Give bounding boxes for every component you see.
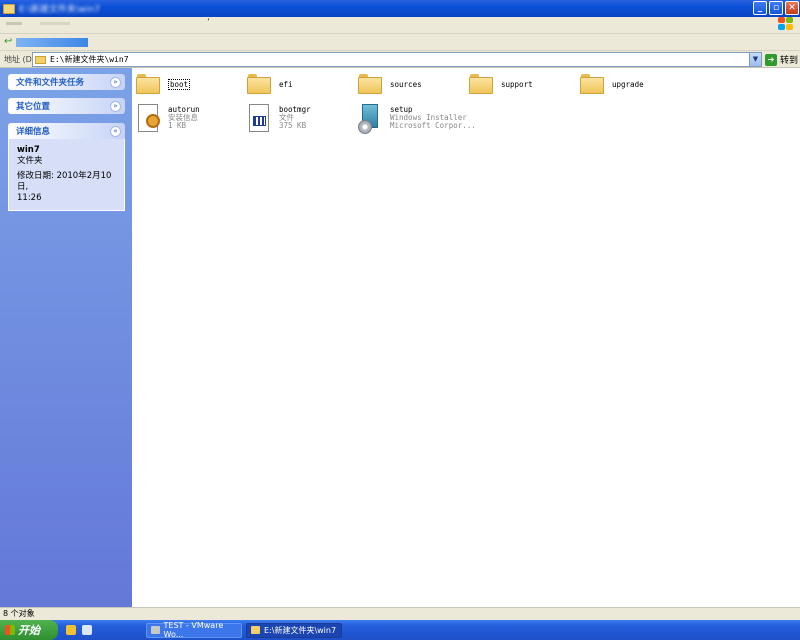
taskbar-button-explorer[interactable]: E:\新建文件夹\win7 — [246, 622, 342, 638]
file-item-autorun[interactable]: autorun 安装信息 1 KB — [136, 104, 200, 134]
start-button[interactable]: 开始 — [0, 620, 58, 640]
folder-icon — [136, 74, 160, 94]
system-file-icon — [247, 104, 271, 134]
folder-label[interactable]: efi — [279, 80, 293, 89]
folder-icon — [580, 74, 604, 94]
details-time: 11:26 — [17, 193, 42, 203]
go-arrow-icon: ➔ — [765, 53, 777, 66]
panel-title[interactable]: 详细信息 — [16, 125, 50, 137]
chevron-expand-icon[interactable]: » — [110, 100, 121, 112]
menu-blur-mark — [6, 22, 22, 25]
folder-item[interactable]: upgrade — [580, 71, 644, 94]
chevron-collapse-icon[interactable]: « — [110, 125, 121, 137]
maximize-button[interactable]: ▫ — [769, 1, 783, 15]
file-size: 375 KB — [279, 121, 307, 130]
panel-details: 详细信息 « win7 文件夹 修改日期: 2010年2月10日, 11:26 — [8, 123, 125, 211]
address-input[interactable]: E:\新建文件夹\win7 ▼ — [32, 52, 762, 67]
task-label: E:\新建文件夹\win7 — [264, 625, 337, 635]
folder-icon — [358, 74, 382, 94]
panel-file-tasks[interactable]: 文件和文件夹任务 » — [8, 74, 125, 90]
details-body: win7 文件夹 修改日期: 2010年2月10日, 11:26 — [8, 139, 125, 211]
folder-item[interactable]: boot — [136, 71, 191, 94]
menu-blur-mark — [40, 22, 70, 25]
toolbar-blur-mark — [16, 38, 88, 47]
folder-window-icon — [3, 3, 15, 14]
details-type: 文件夹 — [17, 156, 43, 166]
file-meta: autorun 安装信息 1 KB — [168, 106, 200, 130]
task-pane: 文件和文件夹任务 » 其它位置 » 详细信息 « win7 文件夹 修改日期: … — [0, 68, 132, 607]
folder-icon — [35, 55, 46, 64]
details-modified: 修改日期: 2010年2月10日, — [17, 171, 112, 192]
chevron-expand-icon[interactable]: » — [110, 76, 121, 88]
quick-launch-icon[interactable] — [82, 625, 92, 635]
file-size: 1 KB — [168, 121, 187, 130]
title-bar: E:\新建文件夹\win7 _ ▫ ✕ — [0, 0, 800, 17]
close-button[interactable]: ✕ — [785, 1, 799, 15]
folder-icon — [247, 74, 271, 94]
vmware-icon — [151, 626, 160, 634]
menu-bar[interactable]: ’ — [0, 17, 800, 34]
file-meta: setup Windows Installer Microsoft Corpor… — [390, 106, 476, 130]
panel-title[interactable]: 其它位置 — [16, 100, 50, 112]
panel-other-places[interactable]: 其它位置 » — [8, 98, 125, 114]
go-label: 转到 — [780, 56, 799, 66]
folder-icon — [251, 626, 260, 634]
installer-icon — [358, 104, 382, 134]
menu-mark: ’ — [207, 18, 210, 28]
status-bar: 8 个对象 — [0, 607, 800, 620]
quick-launch — [66, 625, 92, 635]
folder-label[interactable]: support — [501, 80, 533, 89]
address-path[interactable]: E:\新建文件夹\win7 — [50, 54, 129, 65]
go-button[interactable]: ➔ 转到 — [765, 52, 798, 67]
folder-item[interactable]: support — [469, 71, 533, 94]
task-label: TEST - VMware Wo... — [163, 621, 224, 639]
file-meta: bootmgr 文件 375 KB — [279, 106, 311, 130]
address-label: 地址 (D) — [4, 54, 35, 64]
windows-flag-icon — [5, 625, 15, 635]
folder-label[interactable]: sources — [390, 80, 422, 89]
folder-label[interactable]: upgrade — [612, 80, 644, 89]
setup-info-icon — [136, 104, 160, 134]
object-count: 8 个对象 — [3, 609, 35, 618]
folder-label[interactable]: boot — [168, 79, 191, 90]
start-label: 开始 — [18, 624, 40, 637]
quick-launch-icon[interactable] — [66, 625, 76, 635]
folder-item[interactable]: efi — [247, 71, 293, 94]
folder-item[interactable]: sources — [358, 71, 422, 94]
back-arrow-icon[interactable]: ↩ — [4, 37, 14, 47]
folder-icon — [469, 74, 493, 94]
file-size: Microsoft Corpor... — [390, 121, 476, 130]
file-view[interactable]: boot efi sources support upgrade autorun… — [132, 68, 800, 607]
panel-title[interactable]: 文件和文件夹任务 — [16, 76, 84, 88]
window-title: E:\新建文件夹\win7 — [19, 5, 101, 15]
taskbar: 开始 TEST - VMware Wo... E:\新建文件夹\win7 — [0, 620, 800, 640]
minimize-button[interactable]: _ — [753, 1, 767, 15]
windows-logo-icon — [778, 17, 794, 31]
taskbar-button-vmware[interactable]: TEST - VMware Wo... — [146, 621, 242, 639]
window-controls: _ ▫ ✕ — [753, 1, 799, 15]
chevron-down-icon[interactable]: ▼ — [749, 53, 761, 66]
details-name: win7 — [17, 145, 40, 155]
toolbar: ↩ — [0, 34, 800, 51]
file-item-bootmgr[interactable]: bootmgr 文件 375 KB — [247, 104, 311, 134]
file-item-setup[interactable]: setup Windows Installer Microsoft Corpor… — [358, 104, 476, 134]
address-bar: 地址 (D) E:\新建文件夹\win7 ▼ ➔ 转到 — [0, 51, 800, 68]
